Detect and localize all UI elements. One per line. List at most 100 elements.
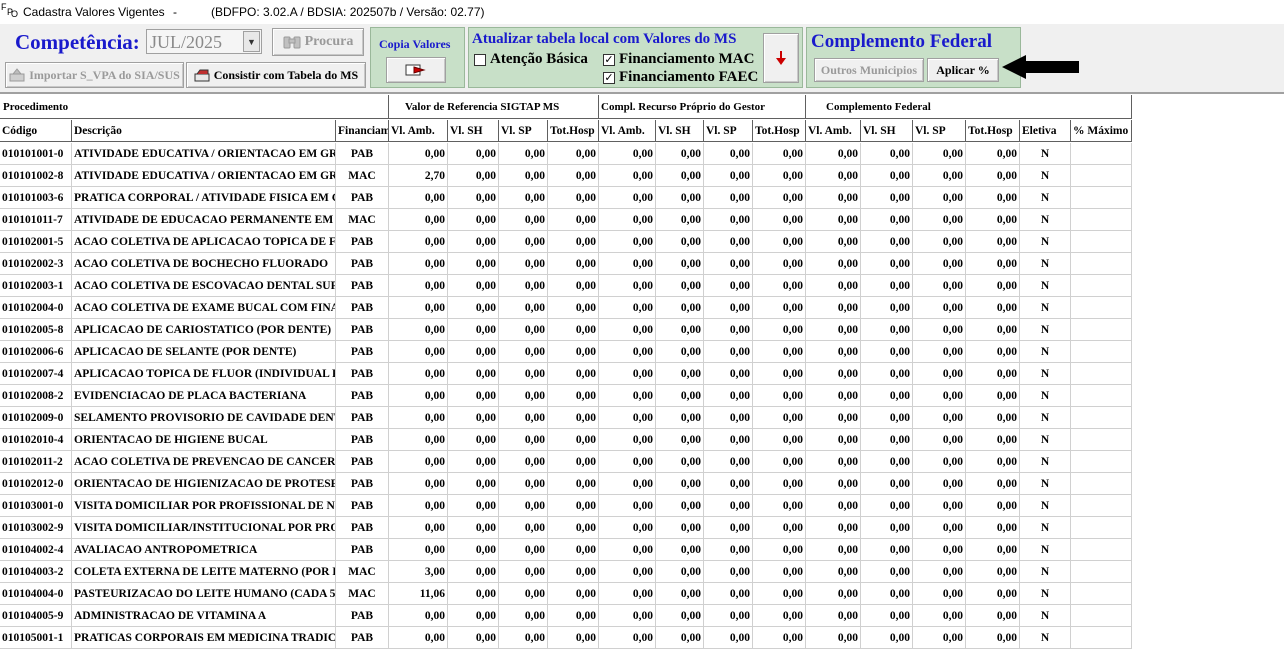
table-cell[interactable]: 0,00 (966, 539, 1020, 561)
table-cell[interactable]: 0,00 (448, 143, 499, 165)
table-cell[interactable] (1071, 605, 1132, 627)
table-cell[interactable]: 0,00 (548, 341, 599, 363)
table-row[interactable]: 010102009-0 SELAMENTO PROVISORIO DE CAVID… (0, 407, 1132, 429)
table-cell[interactable]: 0,00 (704, 341, 753, 363)
table-cell[interactable]: 0,00 (656, 363, 704, 385)
table-cell[interactable]: 010104005-9 (0, 605, 72, 627)
table-cell[interactable]: PAB (336, 297, 389, 319)
table-cell[interactable]: 0,00 (548, 517, 599, 539)
table-cell[interactable]: 0,00 (913, 517, 966, 539)
table-cell[interactable]: 0,00 (389, 297, 448, 319)
table-cell[interactable]: PAB (336, 319, 389, 341)
table-cell[interactable]: N (1020, 473, 1071, 495)
table-cell[interactable]: 0,00 (448, 561, 499, 583)
table-cell[interactable]: 0,00 (861, 209, 913, 231)
table-cell[interactable]: 0,00 (448, 187, 499, 209)
table-cell[interactable]: 0,00 (966, 561, 1020, 583)
table-cell[interactable]: 0,00 (966, 231, 1020, 253)
table-cell[interactable]: 0,00 (548, 231, 599, 253)
table-cell[interactable]: 0,00 (548, 253, 599, 275)
table-cell[interactable]: 0,00 (448, 231, 499, 253)
table-cell[interactable] (1071, 517, 1132, 539)
table-cell[interactable]: N (1020, 297, 1071, 319)
table-cell[interactable]: 0,00 (389, 495, 448, 517)
table-cell[interactable]: 010101001-0 (0, 143, 72, 165)
checkmark-icon[interactable]: ✓ (603, 53, 615, 66)
table-cell[interactable]: N (1020, 143, 1071, 165)
table-cell[interactable]: 0,00 (806, 165, 861, 187)
table-cell[interactable]: 0,00 (548, 495, 599, 517)
table-cell[interactable]: 0,00 (499, 363, 548, 385)
table-cell[interactable]: 0,00 (861, 253, 913, 275)
table-cell[interactable]: 0,00 (389, 627, 448, 649)
table-cell[interactable]: 0,00 (704, 473, 753, 495)
table-cell[interactable]: 0,00 (548, 583, 599, 605)
table-cell[interactable]: 0,00 (548, 429, 599, 451)
table-cell[interactable]: 0,00 (656, 165, 704, 187)
table-cell[interactable]: 0,00 (704, 583, 753, 605)
fin-mac-checkbox[interactable]: ✓ Financiamento MAC (603, 51, 754, 68)
table-cell[interactable]: 0,00 (913, 385, 966, 407)
table-cell[interactable]: N (1020, 363, 1071, 385)
table-cell[interactable]: 010105001-1 (0, 627, 72, 649)
table-cell[interactable]: 0,00 (704, 209, 753, 231)
table-cell[interactable]: 0,00 (499, 209, 548, 231)
table-cell[interactable]: ACAO COLETIVA DE APLICACAO TOPICA DE FL (72, 231, 336, 253)
table-cell[interactable]: PAB (336, 407, 389, 429)
table-cell[interactable]: 0,00 (806, 143, 861, 165)
table-cell[interactable]: 010104002-4 (0, 539, 72, 561)
table-cell[interactable]: 0,00 (389, 407, 448, 429)
outros-municipios-button[interactable]: Outros Municipios (814, 58, 924, 82)
table-cell[interactable]: 0,00 (448, 407, 499, 429)
table-cell[interactable]: 3,00 (389, 561, 448, 583)
table-cell[interactable]: 0,00 (656, 539, 704, 561)
table-cell[interactable]: 0,00 (704, 319, 753, 341)
table-cell[interactable]: 0,00 (656, 407, 704, 429)
table-cell[interactable]: 0,00 (599, 275, 656, 297)
table-cell[interactable]: 0,00 (599, 143, 656, 165)
table-cell[interactable]: 0,00 (499, 517, 548, 539)
table-cell[interactable]: 0,00 (704, 231, 753, 253)
table-cell[interactable]: 0,00 (806, 561, 861, 583)
table-cell[interactable]: 0,00 (861, 319, 913, 341)
table-cell[interactable]: 0,00 (806, 451, 861, 473)
table-cell[interactable]: 0,00 (861, 297, 913, 319)
table-cell[interactable] (1071, 209, 1132, 231)
table-cell[interactable]: 010102010-4 (0, 429, 72, 451)
table-cell[interactable]: 0,00 (499, 187, 548, 209)
table-cell[interactable]: 0,00 (599, 583, 656, 605)
column-header[interactable]: Tot.Hosp (753, 120, 806, 142)
table-row[interactable]: 010102011-2 ACAO COLETIVA DE PREVENCAO DE… (0, 451, 1132, 473)
table-row[interactable]: 010104005-9 ADMINISTRACAO DE VITAMINA A PA… (0, 605, 1132, 627)
table-cell[interactable] (1071, 297, 1132, 319)
table-cell[interactable]: 0,00 (913, 253, 966, 275)
table-cell[interactable]: 0,00 (704, 297, 753, 319)
table-cell[interactable]: N (1020, 209, 1071, 231)
table-cell[interactable]: 0,00 (656, 605, 704, 627)
table-cell[interactable]: 2,70 (389, 165, 448, 187)
table-cell[interactable]: 0,00 (966, 583, 1020, 605)
table-cell[interactable] (1071, 363, 1132, 385)
aplicar-button[interactable]: Aplicar % (927, 58, 999, 82)
table-cell[interactable]: 0,00 (656, 341, 704, 363)
column-header[interactable]: Vl. SH (861, 120, 913, 142)
table-cell[interactable]: 0,00 (806, 627, 861, 649)
table-cell[interactable]: N (1020, 253, 1071, 275)
table-row[interactable]: 010105001-1 PRATICAS CORPORAIS EM MEDICIN… (0, 627, 1132, 649)
table-row[interactable]: 010104002-4 AVALIACAO ANTROPOMETRICA PAB 0,… (0, 539, 1132, 561)
table-cell[interactable]: 0,00 (966, 165, 1020, 187)
table-cell[interactable]: 0,00 (656, 187, 704, 209)
competencia-select[interactable]: JUL/2025 ▼ (146, 29, 262, 54)
table-cell[interactable]: 0,00 (753, 473, 806, 495)
table-cell[interactable]: 0,00 (753, 297, 806, 319)
table-cell[interactable]: 0,00 (656, 473, 704, 495)
table-cell[interactable]: N (1020, 539, 1071, 561)
table-cell[interactable]: PAB (336, 605, 389, 627)
table-cell[interactable] (1071, 539, 1132, 561)
table-cell[interactable]: 0,00 (389, 143, 448, 165)
table-cell[interactable]: ORIENTACAO DE HIGIENIZACAO DE PROTESES (72, 473, 336, 495)
table-cell[interactable]: 0,00 (704, 385, 753, 407)
table-cell[interactable]: 0,00 (389, 275, 448, 297)
table-cell[interactable]: 0,00 (861, 231, 913, 253)
table-cell[interactable]: 0,00 (599, 297, 656, 319)
